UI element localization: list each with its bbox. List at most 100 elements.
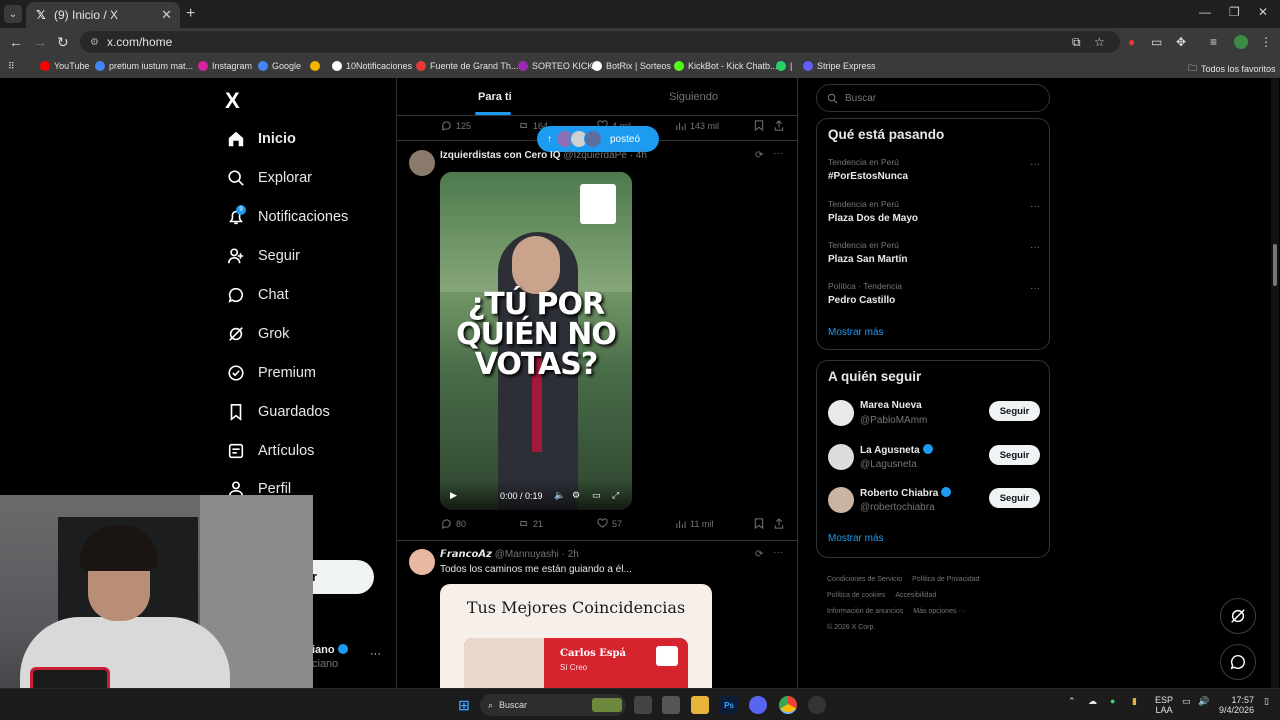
who-to-follow-item[interactable]: Marea Nueva @PabloMAmm Seguir [828,397,1040,433]
messages-floating-button[interactable] [1220,644,1256,680]
tab-list-button[interactable]: ⌄ [4,5,22,23]
active-tab[interactable]: 𝕏 (9) Inicio / X ✕ [26,2,180,28]
display-icon[interactable]: ▭ [1182,696,1191,707]
bookmark-item[interactable]: Google [258,61,301,71]
share-icon[interactable] [774,120,788,131]
trend-item[interactable]: Política · Tendencia Pedro Castillo ··· [828,281,1040,315]
task-view-icon[interactable] [634,696,652,714]
tweet-author[interactable]: Izquierdistas con Cero IQ [440,150,561,161]
fullscreen-icon[interactable]: ⤢ [612,490,619,501]
tweet-time[interactable]: · 4h [630,150,647,161]
grok-icon[interactable]: ⟳ [755,150,763,161]
avatar[interactable] [828,444,854,470]
avatar[interactable] [828,487,854,513]
trend-more-icon[interactable]: ··· [1030,242,1040,253]
tweet-handle[interactable]: @Mannuyashi [495,549,559,560]
windows-start-icon[interactable]: ⊞ [455,696,473,714]
all-bookmarks[interactable]: 🗀 Todos los favoritos [1188,61,1276,77]
reply-button[interactable]: 80 [441,518,466,529]
tab-close-icon[interactable]: ✕ [161,7,172,23]
footer-link[interactable]: Más opciones ··· [913,608,965,615]
tray-icon[interactable]: ● [1110,696,1115,706]
who-show-more[interactable]: Mostrar más [828,533,884,544]
share-icon[interactable] [774,518,788,529]
minimize-button[interactable]: — [1199,5,1211,19]
search-input[interactable]: Buscar [816,84,1050,112]
tray-chevron-icon[interactable]: ⌃ [1068,696,1076,707]
bookmark-item[interactable] [310,61,324,71]
clock[interactable]: 17:57 9/4/2026 [1218,695,1254,715]
install-icon[interactable]: ⧉ [1072,35,1081,50]
follow-button[interactable]: Seguir [989,488,1040,508]
sidebar-item-premium[interactable]: Premium [226,358,316,388]
volume-icon[interactable]: 🔊 [1198,696,1209,707]
bookmark-item[interactable]: 10Notificaciones [332,61,412,71]
media-icon[interactable]: ≡ [1210,35,1217,49]
footer-link[interactable]: Condiciones de Servicio [827,576,902,583]
taskbar-search[interactable]: ⌕ Buscar [480,694,626,716]
account-name[interactable]: La Agusneta [860,444,933,456]
reload-icon[interactable]: ↻ [57,34,69,51]
account-name[interactable]: Roberto Chiabra [860,487,952,499]
tray-mic-icon[interactable]: ▮ [1132,696,1137,707]
tab-para-ti[interactable]: Para ti [478,91,512,103]
play-icon[interactable]: ▶ [450,490,457,501]
apps-icon[interactable]: ⠿ [8,61,15,72]
back-icon[interactable]: ← [9,34,23,50]
bookmark-item[interactable]: pretium iustum mat... [95,61,193,71]
sidebar-item-home[interactable]: Inicio [226,124,296,154]
footer-link[interactable]: Política de Privacidad [912,576,979,583]
language-indicator[interactable]: ESP LAA [1155,695,1173,715]
bookmark-item[interactable]: BotRix | Sorteos [592,61,671,71]
notifications-icon[interactable]: ▯ [1264,696,1269,707]
trend-more-icon[interactable]: ··· [1030,201,1040,212]
tweet-handle[interactable]: @IzquierdaPe [563,150,627,161]
restore-button[interactable]: ❐ [1229,5,1240,19]
footer-link[interactable]: Información de anuncios [827,608,903,615]
close-window-button[interactable]: ✕ [1258,5,1268,19]
extensions-puzzle-icon[interactable]: ✥ [1176,35,1186,49]
file-explorer-icon[interactable] [691,696,709,714]
avatar[interactable] [828,400,854,426]
grok-icon[interactable]: ⟳ [755,549,763,560]
bookmark-post-icon[interactable] [754,518,768,529]
grok-floating-button[interactable] [1220,598,1256,634]
footer-link[interactable]: Política de cookies [827,592,885,599]
app-icon[interactable] [808,696,826,714]
profile-avatar-icon[interactable] [1234,35,1248,49]
reply-button[interactable]: 125 [441,120,471,131]
chrome-icon[interactable] [779,696,797,714]
bookmark-item[interactable]: YouTube [40,61,89,71]
video-player[interactable]: ¿TÚ POR QUIÉN NO VOTAS? ▶ 0:00 / 0:19 🔈 … [440,172,632,510]
bookmark-item[interactable]: | [776,61,792,71]
trend-item[interactable]: Tendencia en Perú #PorEstosNunca ··· [828,157,1040,191]
page-scrollbar[interactable] [1271,78,1279,688]
settings-icon[interactable]: ⚙ [572,490,580,501]
tweet-image-card[interactable]: Tus Mejores Coincidencias Carlos Espá Sí… [440,584,712,688]
who-to-follow-item[interactable]: La Agusneta @Lagusneta Seguir [828,441,1040,477]
tray-icon[interactable]: ☁ [1088,696,1097,707]
sidebar-item-articles[interactable]: Artículos [226,436,314,466]
sidebar-item-search[interactable]: Explorar [226,163,312,193]
bookmark-post-icon[interactable] [754,120,768,131]
tab-siguiendo[interactable]: Siguiendo [669,91,718,103]
forward-icon[interactable]: → [33,34,47,50]
bookmark-item[interactable]: Instagram [198,61,252,71]
sidebar-item-chat[interactable]: Chat [226,280,289,310]
bookmark-item[interactable]: Fuente de Grand Th... [416,61,518,71]
views-button[interactable]: 143 mil [675,120,719,131]
bookmark-item[interactable]: KickBot - Kick Chatb... [674,61,778,71]
tweet-more-icon[interactable]: ··· [773,547,783,558]
account-more-icon[interactable]: ··· [370,648,381,660]
bookmark-item[interactable]: Stripe Express [803,61,876,71]
address-bar[interactable]: ⚙ x.com/home [80,31,1120,53]
tweet-author[interactable]: 𝙁𝙧𝙖𝙣𝙘𝙤𝘼𝙯 [440,549,492,560]
volume-icon[interactable]: 🔈 [554,490,565,501]
views-button[interactable]: 11 mil [675,518,713,529]
who-to-follow-item[interactable]: Roberto Chiabra @robertochiabra Seguir [828,484,1040,520]
extension-record-icon[interactable]: ● [1128,35,1135,49]
footer-link[interactable]: Accesibilidad [895,592,936,599]
repost-button[interactable]: 21 [518,518,543,529]
scrollbar-thumb[interactable] [1273,244,1277,286]
trend-more-icon[interactable]: ··· [1030,159,1040,170]
